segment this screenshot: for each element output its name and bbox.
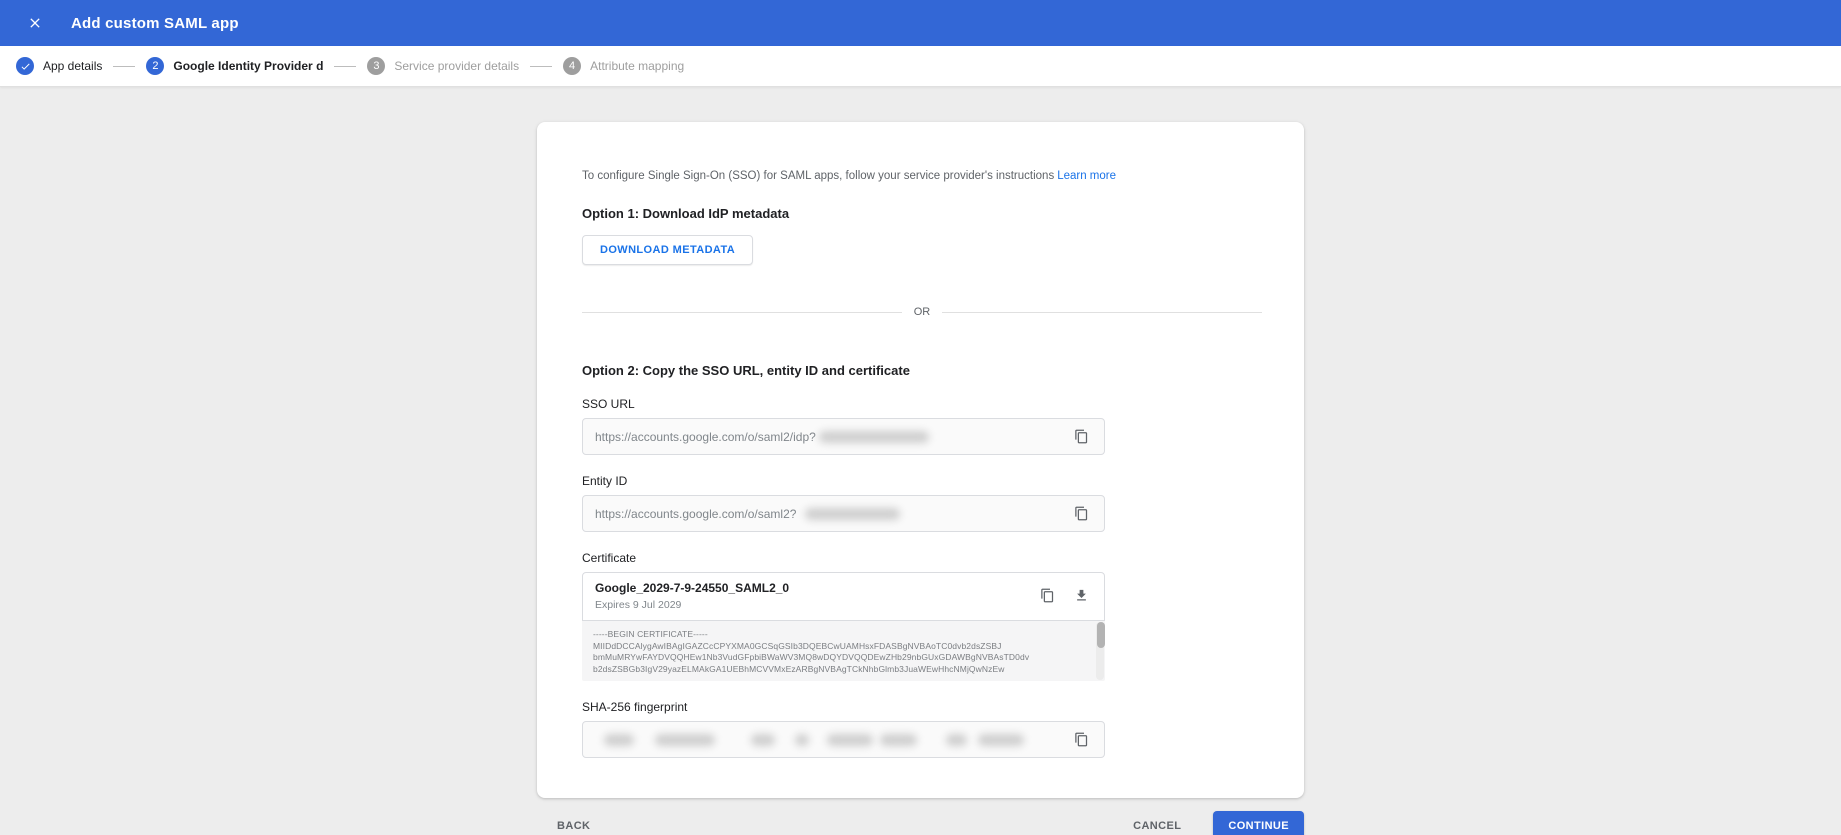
scrollbar-thumb[interactable]: [1097, 622, 1105, 648]
redacted-value: [604, 733, 634, 746]
idp-details-card: To configure Single Sign-On (SSO) for SA…: [537, 122, 1304, 798]
entity-id-label: Entity ID: [582, 474, 628, 488]
step-number-badge: 3: [367, 57, 386, 75]
copy-icon[interactable]: [1070, 503, 1092, 525]
redacted-value: [880, 733, 917, 746]
sso-url-label: SSO URL: [582, 397, 635, 411]
download-metadata-button[interactable]: DOWNLOAD METADATA: [582, 235, 754, 265]
step-connector: [113, 65, 136, 67]
divider-line: [942, 311, 1262, 313]
copy-icon[interactable]: [1070, 426, 1092, 448]
learn-more-link[interactable]: Learn more: [1057, 170, 1116, 182]
or-divider: OR: [582, 306, 1262, 318]
step-label: Google Identity Provider details: [173, 59, 324, 73]
redacted-value: [827, 733, 873, 746]
step-connector: [530, 65, 553, 67]
redacted-fingerprint: [595, 733, 1024, 746]
redacted-value: [805, 507, 901, 520]
redacted-value: [655, 733, 715, 746]
redacted-value: [751, 733, 775, 746]
copy-icon[interactable]: [1070, 729, 1092, 751]
step-service-provider-details[interactable]: 3 Service provider details: [367, 57, 519, 75]
option1-heading: Option 1: Download IdP metadata: [582, 206, 790, 221]
redacted-value: [946, 733, 967, 746]
certificate-expiry: Expires 9 Jul 2029: [595, 599, 682, 611]
pem-line: -----BEGIN CERTIFICATE-----: [593, 629, 708, 639]
step-connector: [334, 65, 357, 67]
entity-id-value: https://accounts.google.com/o/saml2?: [595, 506, 797, 521]
pem-line: MIIDdDCCAlygAwIBAgIGAZCcCPYXMA0GCSqGSIb3…: [593, 640, 1002, 651]
certificate-header: Google_2029-7-9-24550_SAML2_0 Expires 9 …: [582, 572, 1105, 621]
close-icon[interactable]: [24, 12, 46, 34]
download-icon[interactable]: [1070, 584, 1092, 606]
divider-label: OR: [913, 306, 931, 318]
sso-url-value: https://accounts.google.com/o/saml2/idp?: [595, 429, 816, 444]
step-app-details[interactable]: App details: [16, 57, 102, 75]
entity-id-field[interactable]: https://accounts.google.com/o/saml2?: [582, 495, 1105, 532]
pem-line: bmMuMRYwFAYDVQQHEw1Nb3VudGFpbiBWaWV3MQ8w…: [593, 652, 1030, 662]
certificate-label: Certificate: [582, 551, 637, 565]
step-attribute-mapping[interactable]: 4 Attribute mapping: [563, 57, 684, 75]
step-number-badge: 2: [146, 57, 165, 75]
sso-url-field[interactable]: https://accounts.google.com/o/saml2/idp?: [582, 418, 1105, 455]
copy-icon[interactable]: [1036, 584, 1058, 606]
step-number-badge: 4: [563, 57, 582, 75]
sha256-label: SHA-256 fingerprint: [582, 700, 688, 714]
redacted-value: [795, 733, 809, 746]
cancel-button[interactable]: CANCEL: [1117, 811, 1197, 835]
divider-line: [582, 311, 902, 313]
step-label: Attribute mapping: [590, 59, 685, 73]
redacted-value: [978, 733, 1024, 746]
step-label: Service provider details: [394, 59, 520, 73]
certificate-name: Google_2029-7-9-24550_SAML2_0: [595, 581, 790, 595]
stepper: App details 2 Google Identity Provider d…: [0, 46, 1841, 87]
step-label: App details: [43, 59, 103, 73]
intro-text: To configure Single Sign-On (SSO) for SA…: [582, 170, 1117, 182]
step-google-idp-details[interactable]: 2 Google Identity Provider details: [146, 57, 323, 75]
certificate-actions: [1036, 581, 1092, 606]
footer-right-group: CANCEL CONTINUE: [1117, 811, 1304, 835]
step-complete-check-icon: [16, 57, 34, 75]
certificate-pem-block[interactable]: -----BEGIN CERTIFICATE----- MIIDdDCCAlyg…: [582, 621, 1105, 681]
back-button[interactable]: BACK: [541, 811, 606, 835]
sha256-field[interactable]: [582, 721, 1105, 758]
pem-line: b2dsZSBGb3IgV29yazELMAkGA1UEBhMCVVMxEzAR…: [593, 663, 1005, 674]
dialog-title: Add custom SAML app: [71, 14, 239, 32]
redacted-value: [818, 430, 929, 443]
dialog-header: Add custom SAML app: [0, 0, 1841, 46]
footer-actions: BACK CANCEL CONTINUE: [537, 811, 1304, 835]
continue-button[interactable]: CONTINUE: [1213, 811, 1304, 835]
certificate-box: Google_2029-7-9-24550_SAML2_0 Expires 9 …: [582, 572, 1105, 681]
option2-heading: Option 2: Copy the SSO URL, entity ID an…: [582, 363, 910, 378]
certificate-info: Google_2029-7-9-24550_SAML2_0 Expires 9 …: [595, 581, 789, 611]
